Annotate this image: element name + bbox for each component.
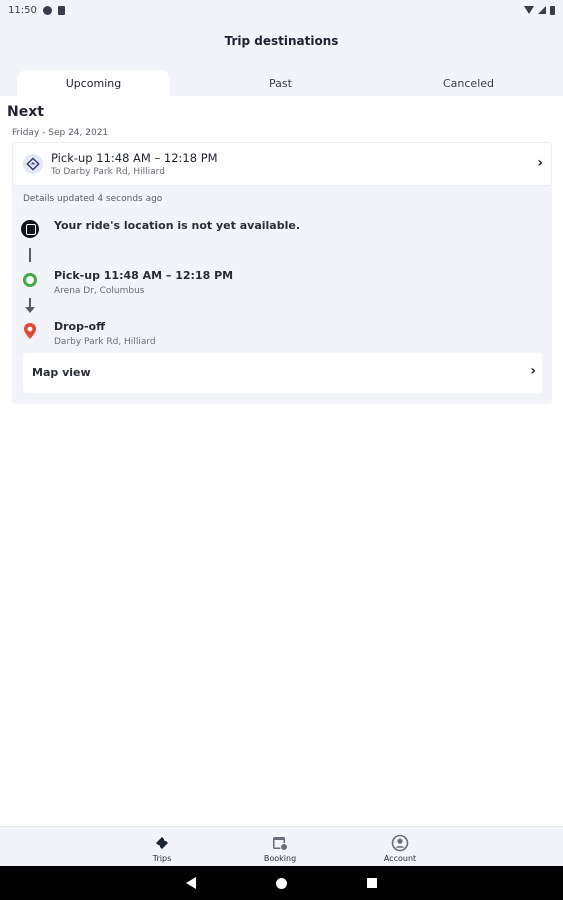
- tab-canceled[interactable]: Canceled: [392, 70, 545, 96]
- nav-trips-label: Trips: [152, 854, 172, 863]
- trip-tabs: Upcoming Past Canceled: [0, 70, 563, 96]
- trip-title: Pick-up 11:48 AM – 12:18 PM: [51, 151, 218, 165]
- status-bar: 11:50: [0, 0, 563, 20]
- nav-trips[interactable]: Trips: [122, 827, 202, 867]
- chevron-right-icon: ›: [537, 155, 543, 171]
- bottom-navigation: Trips Booking Account: [0, 826, 563, 866]
- directions-icon: [23, 154, 43, 174]
- pickup-address: Arena Dr, Columbus: [54, 286, 145, 296]
- map-view-button[interactable]: Map view ›: [23, 353, 542, 393]
- tab-upcoming[interactable]: Upcoming: [17, 70, 170, 96]
- dropoff-title: Drop-off: [54, 320, 106, 333]
- wifi-icon: [524, 6, 534, 14]
- arrow-down-icon: [25, 307, 35, 313]
- system-navigation-bar: [0, 866, 563, 900]
- sd-card-icon: [57, 5, 65, 15]
- back-icon[interactable]: [186, 877, 196, 889]
- cell-signal-icon: [538, 6, 546, 14]
- recent-apps-icon[interactable]: [367, 878, 377, 888]
- ticket-icon: [153, 834, 171, 856]
- trip-summary-card[interactable]: Pick-up 11:48 AM – 12:18 PM To Darby Par…: [12, 142, 552, 186]
- status-time: 11:50: [8, 4, 37, 16]
- section-heading: Next: [7, 104, 44, 120]
- pickup-title: Pick-up 11:48 AM – 12:18 PM: [54, 269, 234, 282]
- home-icon[interactable]: [276, 878, 287, 889]
- bus-icon: [21, 220, 39, 238]
- nav-booking-label: Booking: [263, 854, 297, 863]
- ride-location-status: Your ride's location is not yet availabl…: [54, 219, 300, 232]
- account-icon: [391, 834, 409, 856]
- map-view-label: Map view: [32, 366, 91, 379]
- trip-date: Friday - Sep 24, 2021: [12, 128, 109, 138]
- app-header: Trip destinations Upcoming Past Canceled: [0, 20, 563, 96]
- trip-destination: To Darby Park Rd, Hilliard: [51, 167, 165, 177]
- pickup-marker-icon: [23, 273, 37, 287]
- nav-booking[interactable]: Booking: [240, 827, 320, 867]
- page-title: Trip destinations: [224, 34, 339, 48]
- map-pin-icon: [23, 322, 37, 344]
- trip-details-panel: Pick-up 11:48 AM – 12:18 PM To Darby Par…: [12, 142, 552, 404]
- chevron-right-icon: ›: [530, 363, 536, 379]
- details-updated: Details updated 4 seconds ago: [23, 194, 163, 204]
- dropoff-address: Darby Park Rd, Hilliard: [54, 337, 156, 347]
- battery-icon: [550, 5, 555, 15]
- tab-past[interactable]: Past: [204, 70, 357, 96]
- timeline-connector: [29, 248, 31, 262]
- calendar-icon: [271, 834, 289, 856]
- nav-account[interactable]: Account: [360, 827, 440, 867]
- sync-icon: [42, 5, 52, 15]
- nav-account-label: Account: [383, 854, 417, 863]
